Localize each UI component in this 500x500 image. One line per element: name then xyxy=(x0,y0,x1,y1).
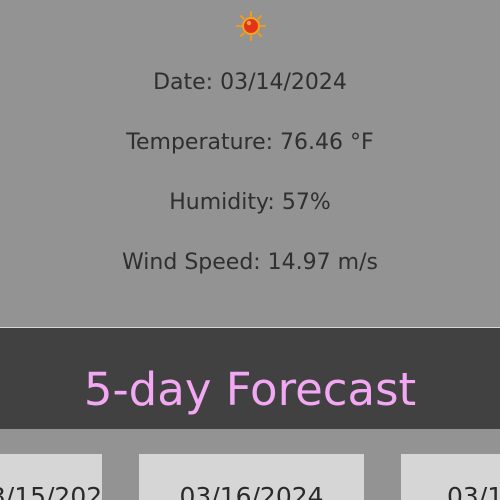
sun-icon xyxy=(236,11,266,41)
current-temperature: Temperature: 76.46 °F xyxy=(126,130,374,155)
current-date: Date: 03/14/2024 xyxy=(153,70,347,95)
forecast-card-date: 03/16/2024 xyxy=(179,482,324,500)
forecast-card-date: 03/15/2024 xyxy=(0,482,102,500)
forecast-card: 03/16/2024 xyxy=(139,454,364,500)
forecast-card-date: 03/17/2024 xyxy=(446,482,500,500)
current-humidity: Humidity: 57% xyxy=(169,190,331,215)
current-weather-panel: Date: 03/14/2024 Temperature: 76.46 °F H… xyxy=(0,0,500,328)
forecast-card: 03/15/2024 xyxy=(0,454,102,500)
current-wind-speed: Wind Speed: 14.97 m/s xyxy=(122,250,378,275)
forecast-card: 03/17/2024 xyxy=(401,454,500,500)
forecast-title: 5-day Forecast xyxy=(83,363,417,416)
